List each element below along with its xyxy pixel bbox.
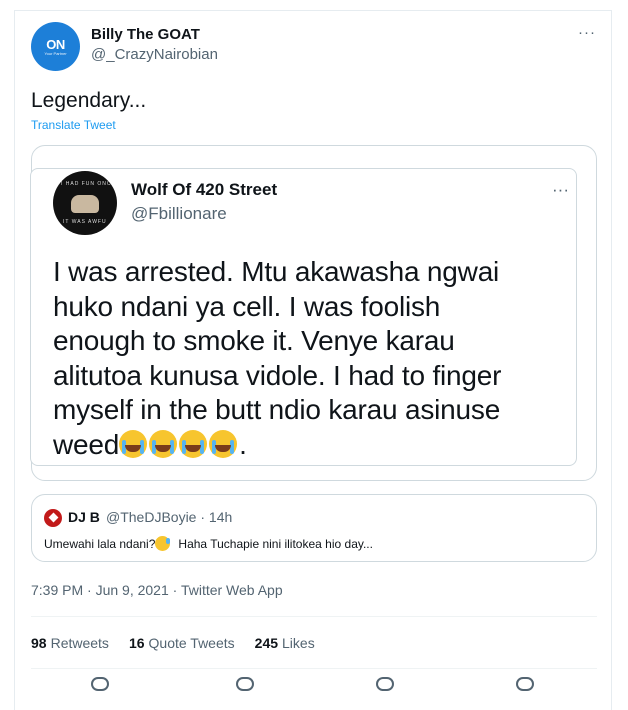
grumpy-cat-icon	[71, 195, 99, 213]
quoted-body-text: I was arrested. Mtu akawasha ngwai huko …	[53, 256, 502, 460]
more-options-icon[interactable]: ···	[578, 24, 596, 41]
reply-text: Umewahi lala ndani? Haha Tuchapie nini il…	[44, 536, 373, 551]
quoted-author-handle: @Fbillionare	[131, 204, 227, 223]
quoted-avatar-top-text: I HAD FUN ONC	[61, 181, 112, 187]
quoted-more-icon: ···	[552, 180, 569, 199]
reply-icon[interactable]	[91, 677, 109, 691]
reply-card[interactable]	[31, 494, 597, 562]
author-name[interactable]: Billy The GOAT	[91, 26, 200, 43]
retweets-count: 98	[31, 635, 47, 651]
avatar-monogram: ON	[46, 36, 65, 52]
sweat-smile-icon	[155, 536, 171, 551]
share-icon[interactable]	[516, 677, 534, 691]
quoted-avatar: I HAD FUN ONC IT WAS AWFU	[53, 171, 117, 235]
reply-meta: @TheDJBoyie · 14h	[106, 509, 233, 525]
quoted-body: I was arrested. Mtu akawasha ngwai huko …	[53, 255, 573, 462]
translate-tweet-link[interactable]: Translate Tweet	[31, 118, 116, 132]
quoted-body-end: .	[239, 428, 247, 460]
crying-face-icon	[149, 429, 178, 458]
crying-face-icon	[209, 429, 238, 458]
quote-tweets-stat[interactable]: 16 Quote Tweets	[129, 635, 235, 651]
retweets-stat[interactable]: 98 Retweets	[31, 635, 109, 651]
quotes-label: Quote Tweets	[148, 635, 235, 651]
tweet-timestamp[interactable]: 7:39 PM · Jun 9, 2021 · Twitter Web App	[31, 582, 283, 598]
tweet-stats: 98 Retweets 16 Quote Tweets 245 Likes	[31, 635, 315, 651]
tweet-text: Legendary...	[31, 89, 147, 112]
divider	[31, 668, 597, 669]
quoted-author-name: Wolf Of 420 Street	[131, 180, 278, 199]
retweets-label: Retweets	[50, 635, 109, 651]
reply-avatar[interactable]	[44, 509, 62, 527]
quoted-avatar-bottom-text: IT WAS AWFU	[63, 219, 107, 225]
divider	[31, 616, 597, 617]
reply-author-name[interactable]: DJ B	[68, 509, 100, 525]
avatar-tagline: Your Partner	[44, 50, 67, 56]
quotes-count: 16	[128, 635, 145, 651]
likes-label: Likes	[282, 635, 315, 651]
like-icon[interactable]	[376, 677, 394, 691]
likes-stat[interactable]: 245 Likes	[255, 635, 315, 651]
reply-text-part1: Umewahi lala ndani?	[44, 537, 156, 551]
avatar[interactable]: ON Your Partner	[31, 22, 80, 71]
reply-text-part2: Haha Tuchapie nini ilitokea hio day...	[178, 537, 373, 551]
crying-face-icon	[119, 429, 148, 458]
crying-face-icon	[179, 429, 208, 458]
action-bar	[31, 677, 597, 691]
likes-count: 245	[254, 635, 279, 651]
author-handle[interactable]: @_CrazyNairobian	[91, 46, 218, 63]
retweet-icon[interactable]	[236, 677, 254, 691]
